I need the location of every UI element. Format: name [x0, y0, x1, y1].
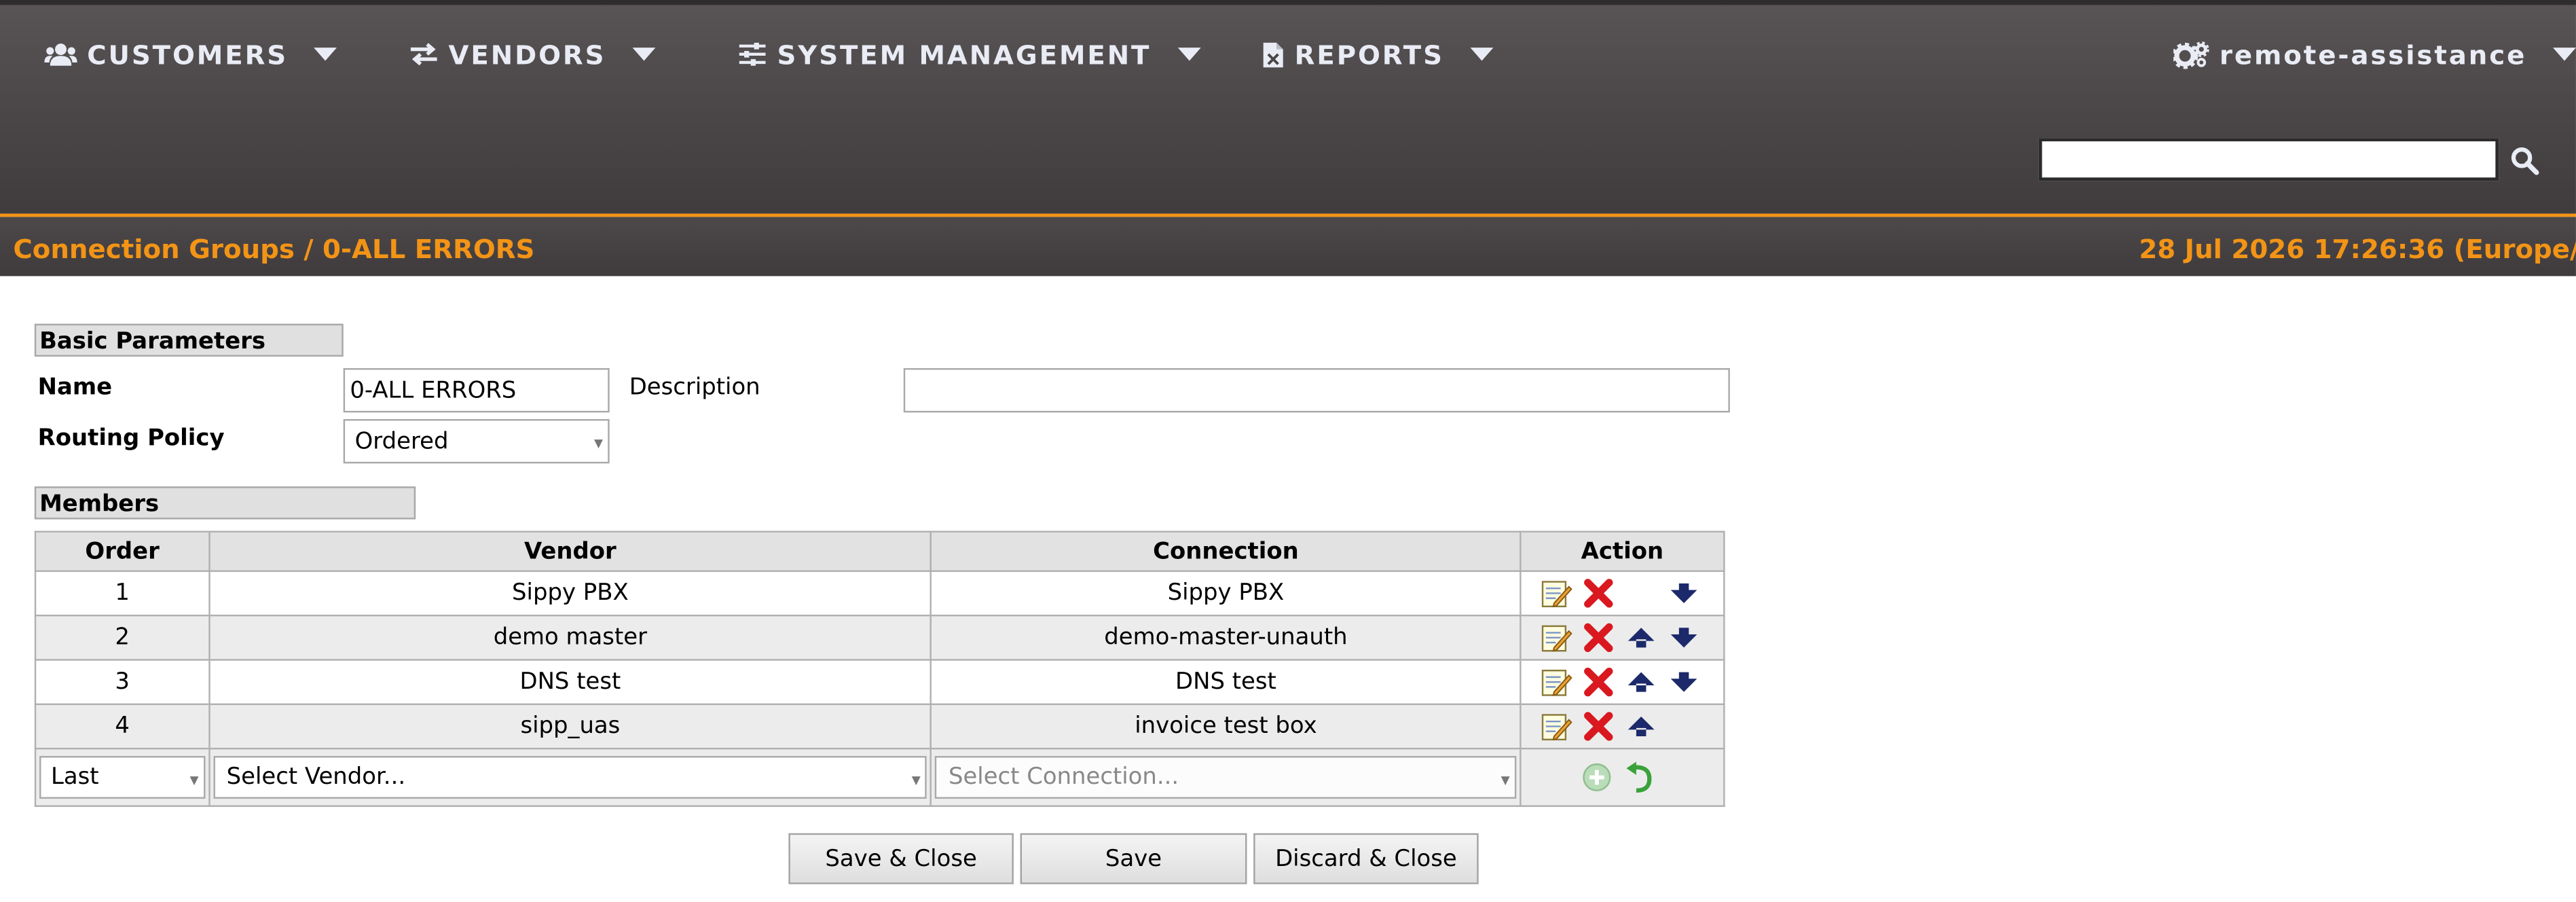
nav-user-label: remote-assistance [2219, 38, 2527, 70]
connection-cell: Sippy PBX [930, 570, 1522, 617]
delete-icon[interactable] [1582, 577, 1615, 609]
table-row: 4 sipp_uas invoice test box [34, 703, 1725, 750]
connection-cell: Select Connection... ▼ [930, 747, 1522, 808]
select-arrow-icon: ▼ [911, 774, 921, 787]
nav-system-management-label: SYSTEM MANAGEMENT [777, 38, 1152, 70]
top-stripe [0, 0, 2576, 5]
users-icon [44, 41, 77, 67]
order-select[interactable]: Last ▼ [39, 756, 206, 799]
save-button[interactable]: Save [1020, 833, 1247, 884]
nav-reports-label: REPORTS [1294, 38, 1444, 70]
edit-icon[interactable] [1539, 710, 1572, 742]
edit-icon[interactable] [1539, 577, 1572, 609]
members-table: Order Vendor Connection Action 1 Sippy P… [34, 530, 1725, 808]
connection-cell: demo-master-unauth [930, 614, 1522, 661]
description-field[interactable] [903, 367, 1730, 413]
description-label: Description [629, 374, 760, 401]
order-column-header: Order [34, 530, 210, 573]
vendor-select[interactable]: Select Vendor... ▼ [213, 756, 927, 799]
empty-slot [1625, 577, 1657, 609]
select-arrow-icon: ▼ [1501, 774, 1510, 787]
order-select-value: Last [51, 764, 99, 791]
new-member-row: Last ▼ Select Vendor... ▼ Select Connect… [34, 747, 1725, 808]
connection-select-placeholder: Select Connection... [948, 764, 1179, 791]
nav-customers[interactable]: CUSTOMERS [44, 33, 337, 75]
delete-icon[interactable] [1582, 710, 1615, 742]
gears-icon [2173, 40, 2209, 69]
discard-close-button[interactable]: Discard & Close [1253, 833, 1479, 884]
connection-cell: invoice test box [930, 703, 1522, 750]
order-cell: 2 [34, 614, 210, 661]
move-up-icon[interactable] [1625, 621, 1657, 654]
search-icon[interactable] [2510, 146, 2540, 182]
table-header-row: Order Vendor Connection Action [34, 530, 1725, 573]
move-down-icon[interactable] [1668, 577, 1700, 609]
select-arrow-icon: ▼ [189, 774, 199, 787]
chevron-down-icon [632, 48, 656, 61]
table-row: 2 demo master demo-master-unauth [34, 614, 1725, 661]
action-cell [1520, 703, 1725, 750]
order-cell: 3 [34, 659, 210, 706]
chevron-down-icon [1470, 48, 1494, 61]
vendor-cell: Sippy PBX [208, 570, 932, 617]
vendor-cell: sipp_uas [208, 703, 932, 750]
order-cell: Last ▼ [34, 747, 210, 808]
nav-vendors[interactable]: VENDORS [409, 33, 656, 75]
action-cell [1520, 659, 1725, 706]
breadcrumb[interactable]: Connection Groups / 0-ALL ERRORS [13, 234, 534, 265]
undo-icon[interactable] [1623, 761, 1656, 793]
delete-icon[interactable] [1582, 666, 1615, 698]
action-cell [1520, 747, 1725, 808]
select-arrow-icon: ▼ [593, 437, 603, 450]
connection-select[interactable]: Select Connection... ▼ [935, 756, 1517, 799]
vendor-cell: DNS test [208, 659, 932, 706]
search-input[interactable] [2038, 138, 2499, 181]
nav-reports[interactable]: REPORTS [1262, 33, 1494, 75]
table-row: 1 Sippy PBX Sippy PBX [34, 570, 1725, 617]
vendor-column-header: Vendor [208, 530, 932, 573]
nav-vendors-label: VENDORS [448, 38, 606, 70]
chevron-down-icon [314, 48, 337, 61]
routing-policy-label: Routing Policy [37, 425, 225, 452]
move-up-icon[interactable] [1625, 710, 1657, 742]
basic-parameters-title: Basic Parameters [34, 323, 344, 357]
order-cell: 4 [34, 703, 210, 750]
connection-cell: DNS test [930, 659, 1522, 706]
top-bar: CUSTOMERS VENDORS SYSTEM MANAGEMENT REPO… [0, 0, 2576, 217]
vendor-select-placeholder: Select Vendor... [226, 764, 406, 791]
exchange-icon [409, 41, 439, 67]
routing-policy-select[interactable]: Ordered ▼ [343, 418, 610, 464]
move-up-icon[interactable] [1625, 666, 1657, 698]
page: CUSTOMERS VENDORS SYSTEM MANAGEMENT REPO… [0, 0, 2576, 902]
edit-icon[interactable] [1539, 621, 1572, 654]
order-cell: 1 [34, 570, 210, 617]
routing-policy-value: Ordered [354, 429, 449, 456]
move-down-icon[interactable] [1668, 666, 1700, 698]
move-down-icon[interactable] [1668, 621, 1700, 654]
action-cell [1520, 614, 1725, 661]
delete-icon[interactable] [1582, 621, 1615, 654]
vendor-cell: demo master [208, 614, 932, 661]
vendor-cell: Select Vendor... ▼ [208, 747, 932, 808]
add-icon[interactable] [1581, 761, 1613, 793]
connection-column-header: Connection [930, 530, 1522, 573]
name-label: Name [37, 374, 113, 401]
sliders-icon [737, 41, 767, 67]
nav-customers-label: CUSTOMERS [87, 38, 289, 70]
server-clock: 28 Jul 2026 17:26:36 (Europe/Kiev [2139, 233, 2576, 265]
table-row: 3 DNS test DNS test [34, 659, 1725, 706]
chevron-down-icon [2553, 48, 2576, 61]
excel-file-icon [1262, 40, 1285, 68]
nav-user-menu[interactable]: remote-assistance [2173, 33, 2576, 75]
breadcrumb-bar: Connection Groups / 0-ALL ERRORS 28 Jul … [0, 217, 2576, 276]
name-field[interactable]: 0-ALL ERRORS [343, 367, 610, 413]
nav-system-management[interactable]: SYSTEM MANAGEMENT [737, 33, 1200, 75]
action-column-header: Action [1520, 530, 1725, 573]
members-title: Members [34, 486, 416, 520]
chevron-down-icon [1177, 48, 1200, 61]
action-cell [1520, 570, 1725, 617]
save-close-button[interactable]: Save & Close [788, 833, 1014, 884]
edit-icon[interactable] [1539, 666, 1572, 698]
